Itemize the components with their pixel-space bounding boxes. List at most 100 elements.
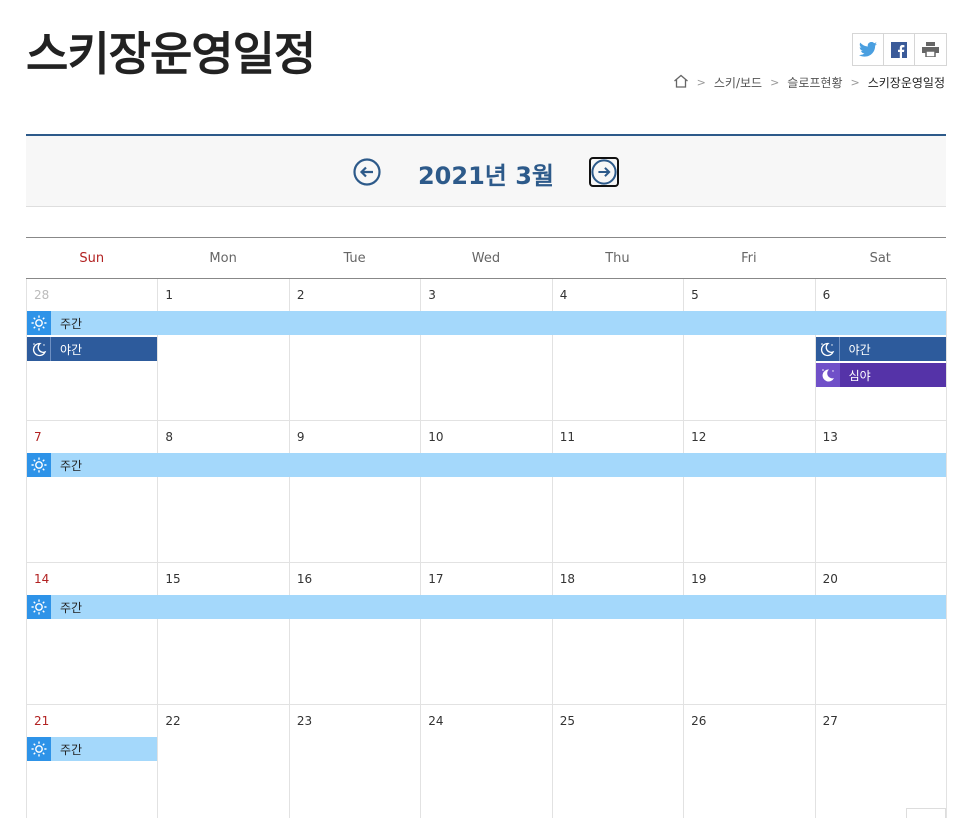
event-day-session[interactable]: 주간 (27, 595, 946, 619)
calendar-week-3: 14 15 16 17 18 19 20 주간 (26, 563, 947, 705)
calendar-day[interactable]: 11 (553, 421, 685, 563)
print-button[interactable] (915, 34, 946, 65)
weekday-mon: Mon (209, 251, 237, 266)
calendar-day[interactable]: 7 (27, 421, 159, 563)
day-number: 11 (559, 430, 575, 444)
calendar-day[interactable]: 26 (684, 705, 816, 818)
moon-icon (815, 337, 840, 361)
calendar-week-4: 21 22 23 24 25 26 27 주간 (26, 705, 947, 818)
home-icon[interactable] (673, 74, 689, 91)
weekday-header: Sun Mon Tue Wed Thu Fri Sat (26, 238, 946, 279)
page-title: 스키장운영일정 (26, 27, 316, 81)
calendar-day[interactable]: 4 (553, 279, 685, 421)
event-label: 주간 (60, 316, 83, 331)
weekday-sat: Sat (869, 251, 891, 266)
next-month-button[interactable] (589, 157, 619, 187)
calendar-day[interactable]: 3 (421, 279, 553, 421)
day-number: 8 (165, 430, 174, 444)
breadcrumb-separator: > (850, 76, 860, 89)
moon-icon (27, 337, 51, 361)
day-number: 4 (559, 288, 568, 302)
calendar-day[interactable]: 23 (290, 705, 422, 818)
share-toolbar (852, 33, 947, 66)
day-number: 10 (428, 430, 444, 444)
day-number: 9 (296, 430, 305, 444)
calendar-day[interactable]: 2 (290, 279, 422, 421)
arrow-right-circle-icon (591, 159, 617, 185)
facebook-share-button[interactable] (884, 34, 915, 65)
sun-icon (27, 737, 51, 761)
weekday-tue: Tue (343, 251, 366, 266)
day-number: 3 (428, 288, 436, 302)
day-number: 19 (691, 572, 707, 586)
day-number: 22 (165, 714, 181, 728)
event-label: 주간 (60, 458, 83, 473)
day-number: 27 (822, 714, 838, 728)
day-number: 2 (296, 288, 305, 302)
breadcrumb-separator: > (696, 76, 706, 89)
current-month-label: 2021년 3월 (417, 162, 554, 190)
print-icon (922, 42, 939, 57)
day-number: 20 (822, 572, 838, 586)
weekday-sun: Sun (79, 251, 105, 266)
breadcrumb-item-current: 스키장운영일정 (867, 76, 945, 90)
facebook-icon (891, 41, 907, 58)
calendar-day[interactable]: 13 (816, 421, 947, 563)
day-number: 18 (559, 572, 575, 586)
day-number: 23 (296, 714, 313, 728)
breadcrumb-item-slope-status[interactable]: 슬로프현황 (787, 74, 842, 91)
calendar-day[interactable]: 9 (290, 421, 422, 563)
day-number: 17 (428, 572, 444, 586)
calendar-day[interactable]: 24 (421, 705, 553, 818)
event-day-session[interactable]: 주간 (27, 737, 158, 761)
calendar-day[interactable]: 20 (816, 563, 947, 705)
calendar-weeks: 28 1 2 3 4 5 6 주간 야간 야간 심야 7 8 9 10 11 1… (26, 279, 947, 818)
day-number: 26 (691, 714, 707, 728)
calendar-day[interactable]: 27 (816, 705, 947, 818)
day-number: 1 (165, 288, 174, 302)
calendar-day[interactable]: 17 (421, 563, 553, 705)
day-number: 15 (165, 572, 181, 586)
event-day-session[interactable]: 주간 (27, 311, 946, 335)
month-navigation: 2021년 3월 (26, 134, 946, 207)
day-number: 16 (296, 572, 313, 586)
sun-icon (27, 453, 51, 477)
calendar-day[interactable]: 8 (158, 421, 290, 563)
calendar-day[interactable]: 15 (158, 563, 290, 705)
event-late-night-session[interactable]: 심야 (815, 363, 946, 387)
calendar-day[interactable]: 18 (553, 563, 685, 705)
sun-icon (27, 595, 51, 619)
event-night-session[interactable]: 야간 (815, 337, 946, 361)
day-number: 14 (34, 572, 50, 586)
event-night-session[interactable]: 야간 (27, 337, 158, 361)
day-number: 12 (691, 430, 707, 444)
calendar-day[interactable]: 14 (27, 563, 159, 705)
calendar-day[interactable]: 5 (684, 279, 816, 421)
calendar: Sun Mon Tue Wed Thu Fri Sat 28 1 2 3 4 5… (26, 237, 947, 818)
event-day-session[interactable]: 주간 (27, 453, 946, 477)
calendar-day[interactable]: 10 (421, 421, 553, 563)
twitter-share-button[interactable] (853, 34, 884, 65)
breadcrumb-separator: > (770, 76, 780, 89)
sun-icon (27, 311, 51, 335)
event-label: 야간 (848, 342, 871, 357)
breadcrumb-item-ski-board[interactable]: 스키/보드 (714, 74, 762, 91)
scroll-top-button[interactable] (906, 808, 946, 818)
weekday-wed: Wed (471, 251, 501, 266)
calendar-day[interactable]: 21 (27, 705, 159, 818)
calendar-day[interactable]: 19 (684, 563, 816, 705)
calendar-day[interactable]: 12 (684, 421, 816, 563)
day-number: 5 (691, 288, 699, 302)
day-number: 21 (34, 714, 50, 728)
calendar-day[interactable]: 22 (158, 705, 290, 818)
event-label: 주간 (60, 742, 83, 757)
day-number: 28 (34, 288, 50, 302)
calendar-day[interactable]: 1 (158, 279, 290, 421)
calendar-week-1: 28 1 2 3 4 5 6 주간 야간 야간 심야 (26, 279, 947, 421)
day-number: 25 (559, 714, 575, 728)
calendar-day[interactable]: 25 (553, 705, 685, 818)
event-label: 야간 (60, 342, 83, 357)
crescent-moon-icon (815, 363, 840, 387)
twitter-icon (859, 42, 877, 57)
calendar-day[interactable]: 16 (290, 563, 422, 705)
